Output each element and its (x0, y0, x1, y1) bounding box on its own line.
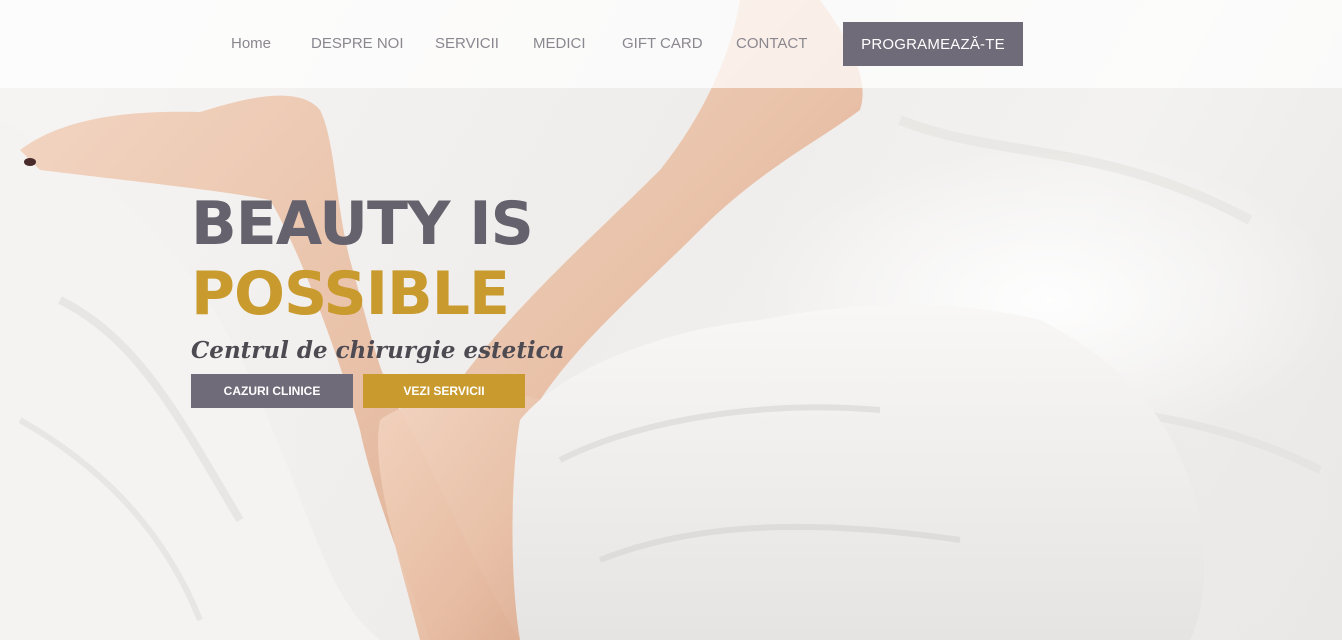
view-services-button[interactable]: VEZI SERVICII (363, 374, 525, 408)
nav-item-contact[interactable]: CONTACT (736, 35, 807, 52)
hero-subtitle: Centrul de chirurgie estetica (191, 337, 565, 364)
clinical-cases-button[interactable]: CAZURI CLINICE (191, 374, 353, 408)
hero-headline-line1: BEAUTY IS (191, 189, 534, 259)
nav-item-gift-card[interactable]: GIFT CARD (622, 35, 703, 52)
nav-item-medici[interactable]: MEDICI (533, 35, 586, 52)
nav-item-despre-noi[interactable]: DESPRE NOI (311, 35, 404, 52)
book-appointment-button[interactable]: PROGRAMEAZĂ-TE (843, 22, 1023, 66)
nav-item-servicii[interactable]: SERVICII (435, 35, 499, 52)
main-navigation: Home DESPRE NOI SERVICII MEDICI GIFT CAR… (0, 0, 1342, 88)
hero-headline-line2: POSSIBLE (191, 259, 510, 329)
nav-item-home[interactable]: Home (231, 35, 271, 52)
